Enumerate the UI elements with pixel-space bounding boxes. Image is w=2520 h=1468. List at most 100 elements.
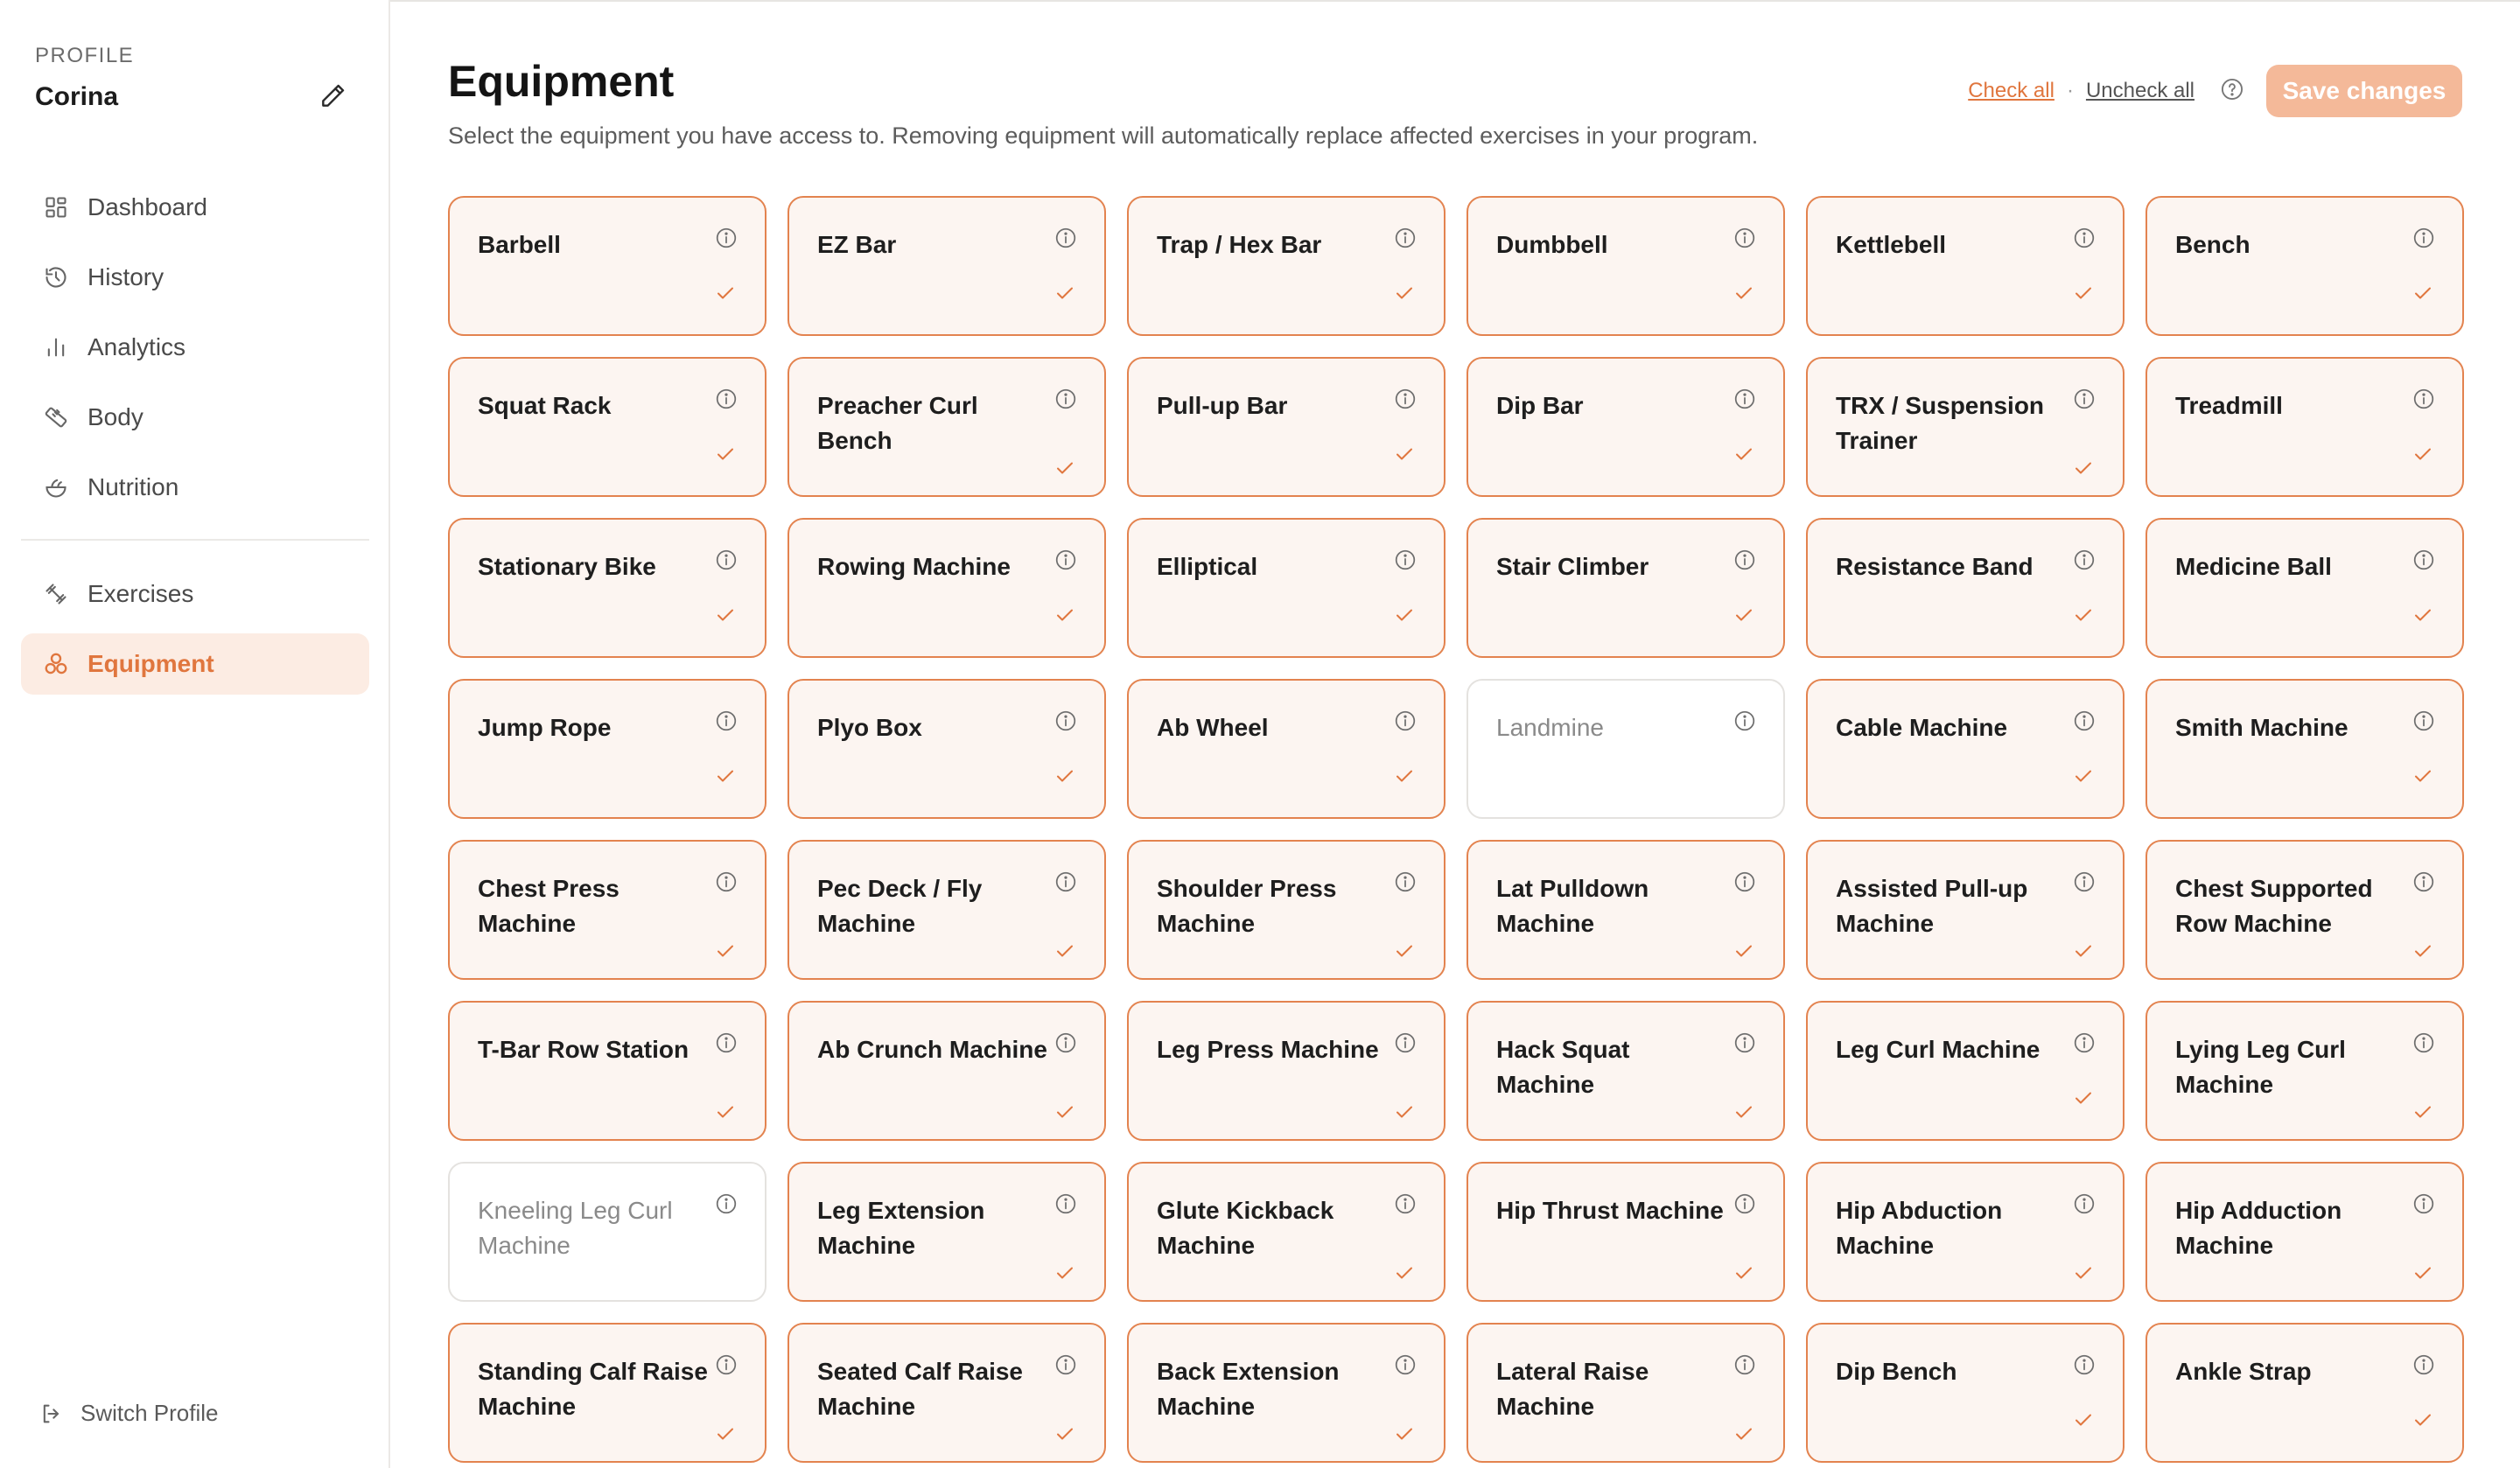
equipment-card[interactable]: Leg Press Machine	[1127, 1001, 1446, 1141]
equipment-card[interactable]: T-Bar Row Station	[448, 1001, 766, 1141]
equipment-card[interactable]: Assisted Pull-up Machine	[1806, 840, 2124, 980]
info-icon[interactable]	[714, 709, 738, 733]
equipment-card[interactable]: Ankle Strap	[2146, 1323, 2464, 1463]
equipment-card[interactable]: Preacher Curl Bench	[788, 357, 1106, 497]
info-icon[interactable]	[714, 1031, 738, 1055]
equipment-card[interactable]: TRX / Suspension Trainer	[1806, 357, 2124, 497]
equipment-card[interactable]: Dumbbell	[1466, 196, 1785, 336]
info-icon[interactable]	[2412, 226, 2436, 250]
help-button[interactable]	[2219, 78, 2245, 104]
equipment-card[interactable]: Jump Rope	[448, 679, 766, 819]
info-icon[interactable]	[2412, 709, 2436, 733]
sidebar-item-exercises[interactable]: Exercises	[21, 563, 369, 625]
info-icon[interactable]	[1054, 870, 1078, 894]
info-icon[interactable]	[2072, 709, 2096, 733]
info-icon[interactable]	[1732, 1353, 1757, 1377]
sidebar-item-nutrition[interactable]: Nutrition	[21, 457, 369, 518]
info-icon[interactable]	[2072, 226, 2096, 250]
equipment-card[interactable]: Cable Machine	[1806, 679, 2124, 819]
info-icon[interactable]	[1732, 387, 1757, 411]
info-icon[interactable]	[2412, 1353, 2436, 1377]
info-icon[interactable]	[1393, 1031, 1418, 1055]
info-icon[interactable]	[2412, 1031, 2436, 1055]
info-icon[interactable]	[2412, 870, 2436, 894]
info-icon[interactable]	[1732, 870, 1757, 894]
equipment-card[interactable]: Kneeling Leg Curl Machine	[448, 1162, 766, 1302]
equipment-card[interactable]: Shoulder Press Machine	[1127, 840, 1446, 980]
equipment-card[interactable]: Pec Deck / Fly Machine	[788, 840, 1106, 980]
equipment-card[interactable]: Pull-up Bar	[1127, 357, 1446, 497]
equipment-card[interactable]: Stationary Bike	[448, 518, 766, 658]
info-icon[interactable]	[2072, 870, 2096, 894]
equipment-card[interactable]: Kettlebell	[1806, 196, 2124, 336]
info-icon[interactable]	[1732, 709, 1757, 733]
equipment-card[interactable]: Chest Press Machine	[448, 840, 766, 980]
info-icon[interactable]	[2072, 1192, 2096, 1216]
info-icon[interactable]	[714, 1192, 738, 1216]
info-icon[interactable]	[1732, 548, 1757, 572]
info-icon[interactable]	[1393, 226, 1418, 250]
equipment-card[interactable]: Resistance Band	[1806, 518, 2124, 658]
info-icon[interactable]	[714, 870, 738, 894]
sidebar-item-analytics[interactable]: Analytics	[21, 317, 369, 378]
equipment-card[interactable]: Hip Adduction Machine	[2146, 1162, 2464, 1302]
info-icon[interactable]	[2412, 548, 2436, 572]
info-icon[interactable]	[2412, 387, 2436, 411]
equipment-card[interactable]: Back Extension Machine	[1127, 1323, 1446, 1463]
switch-profile-button[interactable]: Switch Profile	[38, 1400, 219, 1427]
info-icon[interactable]	[1732, 1031, 1757, 1055]
uncheck-all-link[interactable]: Uncheck all	[2086, 79, 2194, 103]
equipment-card[interactable]: Landmine	[1466, 679, 1785, 819]
equipment-card[interactable]: Lat Pulldown Machine	[1466, 840, 1785, 980]
equipment-card[interactable]: Rowing Machine	[788, 518, 1106, 658]
info-icon[interactable]	[1393, 1353, 1418, 1377]
equipment-card[interactable]: Stair Climber	[1466, 518, 1785, 658]
equipment-card[interactable]: Elliptical	[1127, 518, 1446, 658]
equipment-card[interactable]: Barbell	[448, 196, 766, 336]
info-icon[interactable]	[1054, 1192, 1078, 1216]
sidebar-item-dashboard[interactable]: Dashboard	[21, 177, 369, 238]
info-icon[interactable]	[1393, 1192, 1418, 1216]
check-all-link[interactable]: Check all	[1968, 79, 2054, 103]
equipment-card[interactable]: Dip Bench	[1806, 1323, 2124, 1463]
equipment-card[interactable]: Dip Bar	[1466, 357, 1785, 497]
info-icon[interactable]	[714, 226, 738, 250]
equipment-card[interactable]: Treadmill	[2146, 357, 2464, 497]
equipment-card[interactable]: Ab Crunch Machine	[788, 1001, 1106, 1141]
info-icon[interactable]	[1054, 548, 1078, 572]
info-icon[interactable]	[1393, 387, 1418, 411]
info-icon[interactable]	[2072, 387, 2096, 411]
info-icon[interactable]	[1393, 548, 1418, 572]
info-icon[interactable]	[1054, 226, 1078, 250]
edit-profile-button[interactable]	[317, 82, 348, 114]
sidebar-item-history[interactable]: History	[21, 247, 369, 308]
equipment-card[interactable]: Lying Leg Curl Machine	[2146, 1001, 2464, 1141]
equipment-card[interactable]: EZ Bar	[788, 196, 1106, 336]
sidebar-item-equipment[interactable]: Equipment	[21, 633, 369, 695]
info-icon[interactable]	[2072, 548, 2096, 572]
info-icon[interactable]	[1393, 709, 1418, 733]
info-icon[interactable]	[1054, 709, 1078, 733]
info-icon[interactable]	[1054, 1353, 1078, 1377]
info-icon[interactable]	[2072, 1353, 2096, 1377]
equipment-card[interactable]: Medicine Ball	[2146, 518, 2464, 658]
info-icon[interactable]	[1732, 1192, 1757, 1216]
equipment-card[interactable]: Plyo Box	[788, 679, 1106, 819]
info-icon[interactable]	[714, 548, 738, 572]
equipment-card[interactable]: Squat Rack	[448, 357, 766, 497]
info-icon[interactable]	[2412, 1192, 2436, 1216]
save-changes-button[interactable]: Save changes	[2266, 65, 2462, 117]
equipment-card[interactable]: Hip Abduction Machine	[1806, 1162, 2124, 1302]
equipment-card[interactable]: Chest Supported Row Machine	[2146, 840, 2464, 980]
equipment-card[interactable]: Leg Curl Machine	[1806, 1001, 2124, 1141]
equipment-card[interactable]: Seated Calf Raise Machine	[788, 1323, 1106, 1463]
equipment-card[interactable]: Hack Squat Machine	[1466, 1001, 1785, 1141]
sidebar-item-body[interactable]: Body	[21, 387, 369, 448]
equipment-card[interactable]: Hip Thrust Machine	[1466, 1162, 1785, 1302]
equipment-card[interactable]: Trap / Hex Bar	[1127, 196, 1446, 336]
info-icon[interactable]	[714, 387, 738, 411]
equipment-card[interactable]: Glute Kickback Machine	[1127, 1162, 1446, 1302]
info-icon[interactable]	[1393, 870, 1418, 894]
equipment-card[interactable]: Standing Calf Raise Machine	[448, 1323, 766, 1463]
info-icon[interactable]	[714, 1353, 738, 1377]
